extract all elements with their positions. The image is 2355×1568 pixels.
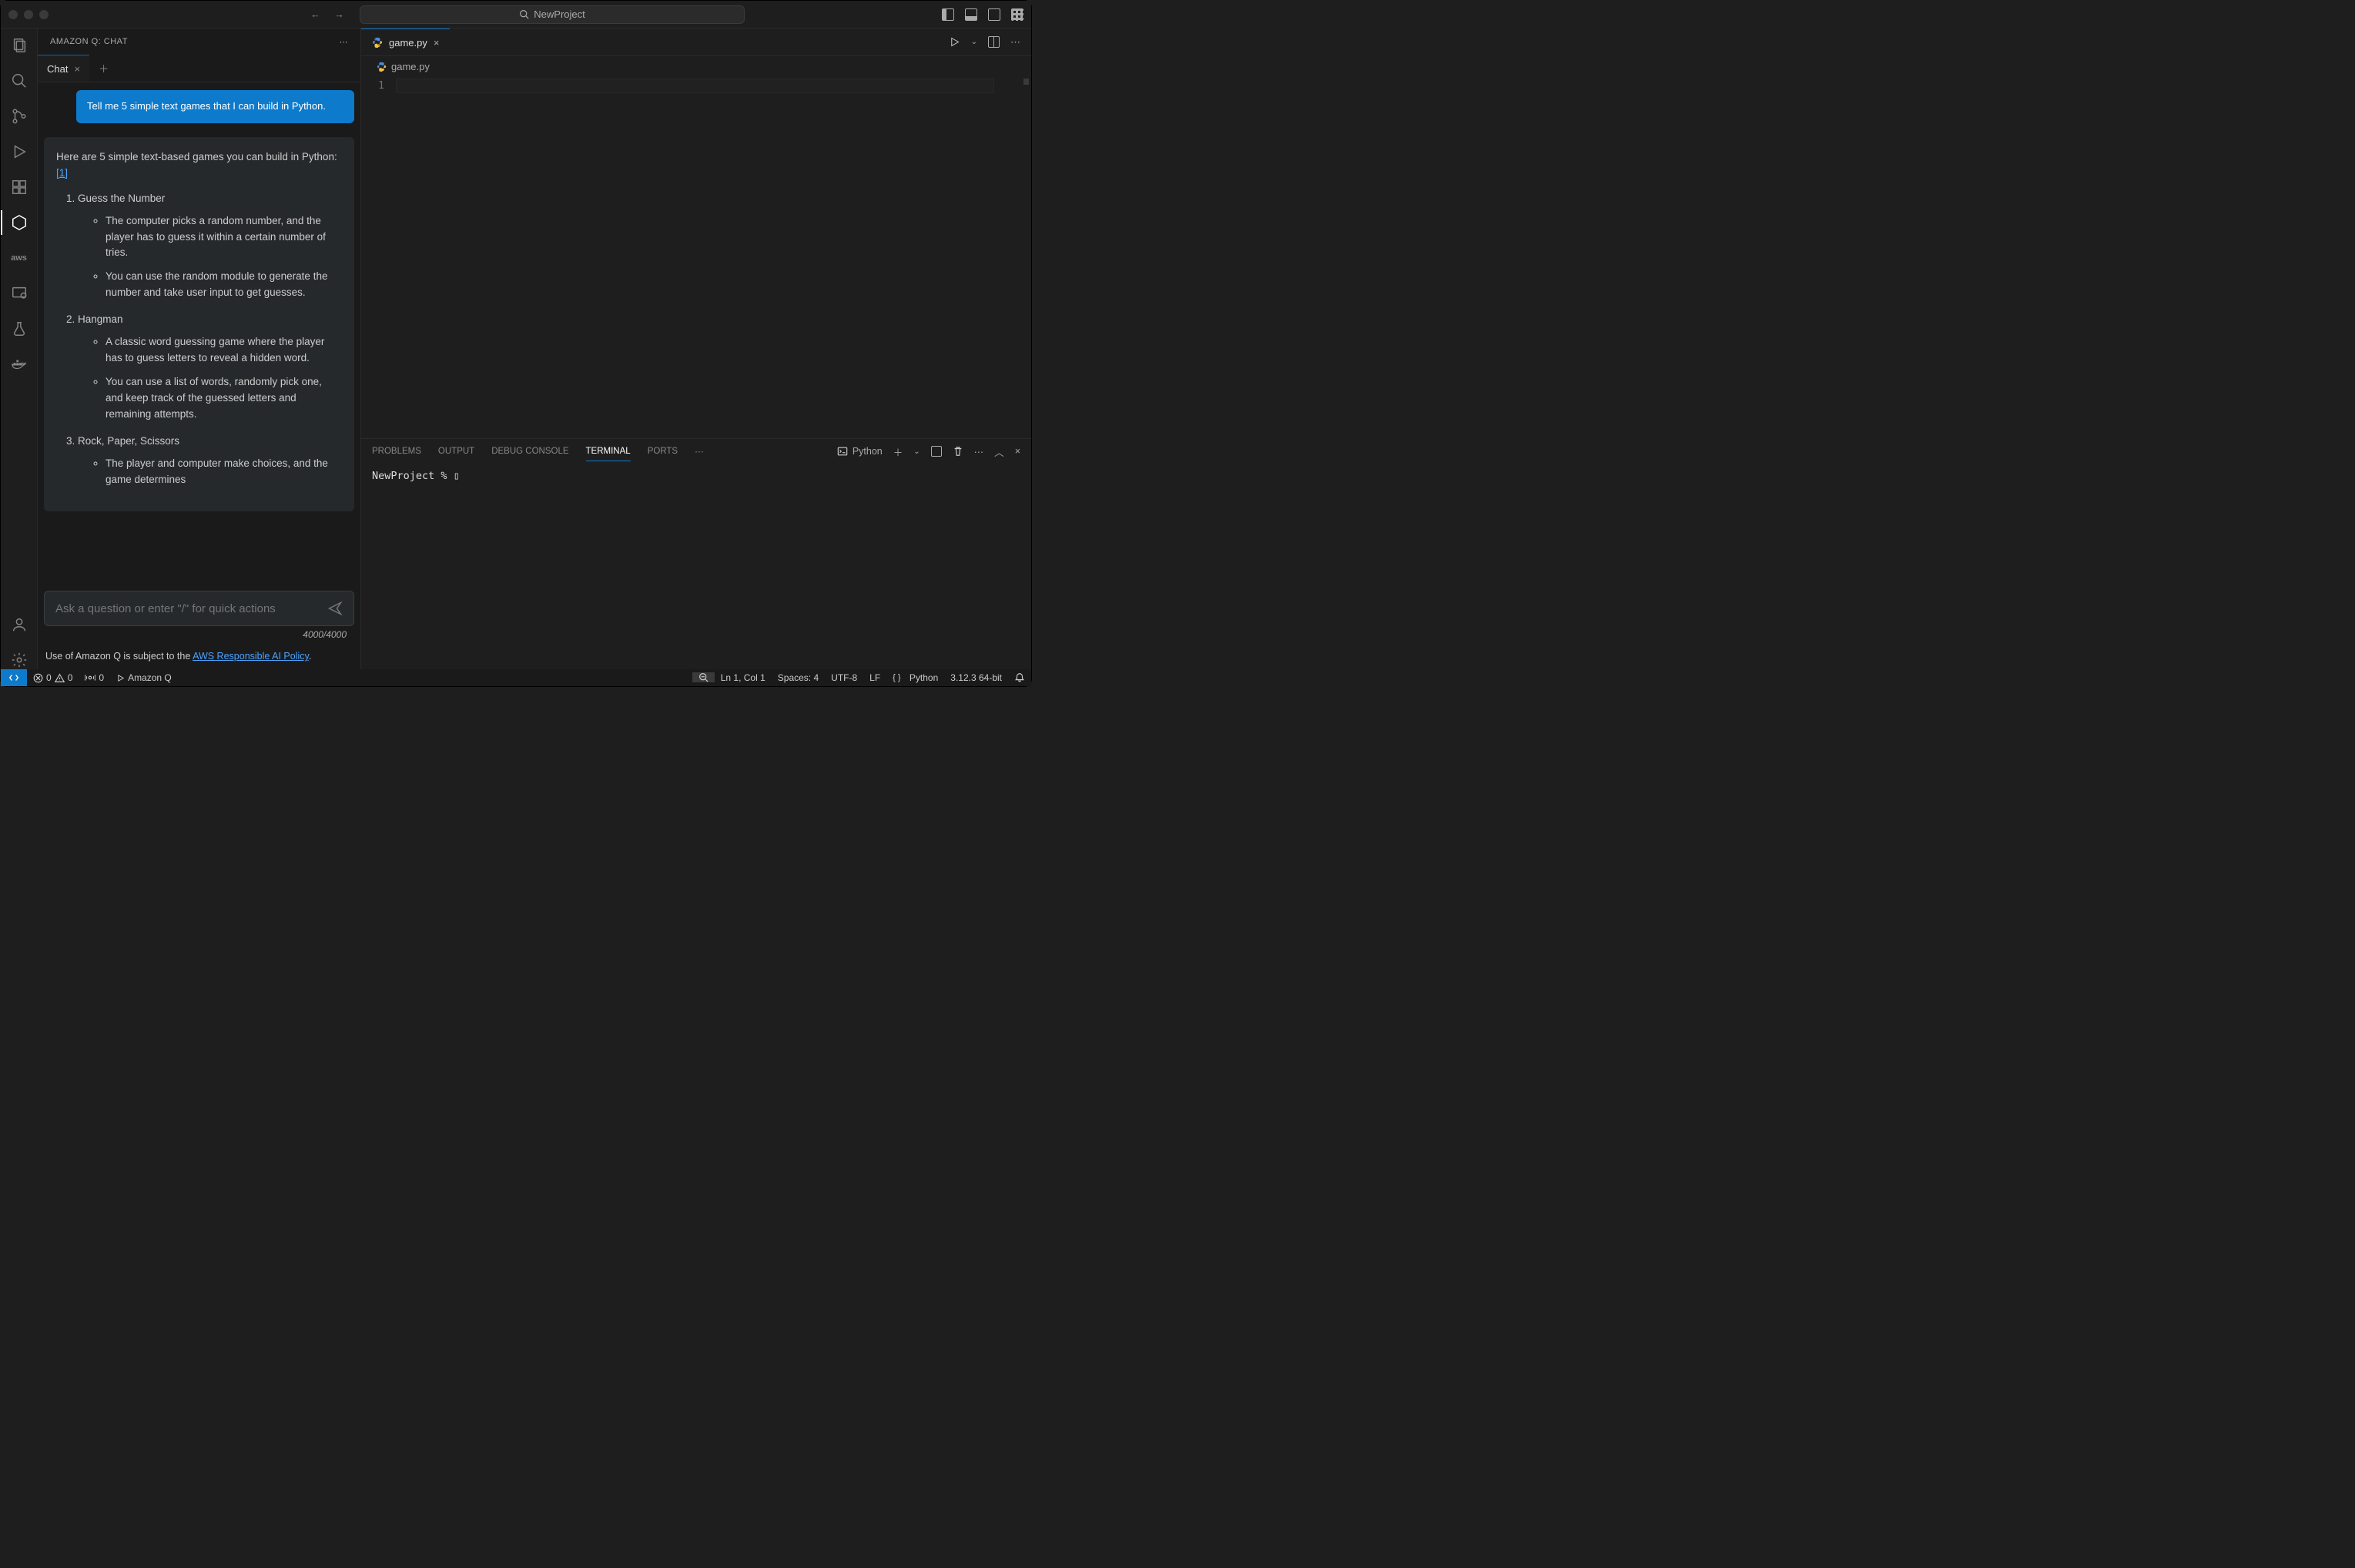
terminal-prompt: NewProject % ▯ <box>372 470 460 482</box>
status-bar: 0 0 0 Amazon Q Ln 1, Col 1 Spaces: 4 UTF… <box>1 669 1031 686</box>
chat-input[interactable] <box>55 602 327 615</box>
terminal[interactable]: NewProject % ▯ <box>361 464 1031 669</box>
project-name: NewProject <box>534 8 585 20</box>
maximize-panel-icon[interactable]: ︿ <box>994 444 1004 459</box>
bottom-panel: PROBLEMS OUTPUT DEBUG CONSOLE TERMINAL P… <box>361 438 1031 669</box>
panel-more-icon[interactable]: ⋯ <box>340 37 349 47</box>
status-indent[interactable]: Spaces: 4 <box>772 672 825 683</box>
line-number: 1 <box>361 79 384 93</box>
policy-link[interactable]: AWS Responsible AI Policy <box>193 651 309 662</box>
panel-title: AMAZON Q: CHAT <box>50 37 128 46</box>
terminal-profile[interactable]: Python <box>837 446 883 457</box>
status-zoom[interactable] <box>692 672 715 682</box>
status-language[interactable]: { } Python <box>886 672 944 683</box>
policy-text: Use of Amazon Q is subject to the AWS Re… <box>38 646 360 669</box>
nav-forward-icon[interactable]: → <box>334 8 344 20</box>
status-notifications-icon[interactable] <box>1008 672 1031 683</box>
status-amazon-q[interactable]: Amazon Q <box>110 669 178 686</box>
status-encoding[interactable]: UTF-8 <box>825 672 863 683</box>
window-controls[interactable] <box>8 10 49 19</box>
tab-debug-console[interactable]: DEBUG CONSOLE <box>491 447 568 456</box>
char-count: 4000/4000 <box>44 626 354 643</box>
aws-icon[interactable]: aws <box>10 249 28 267</box>
code-editor[interactable]: 1 <box>361 77 1031 438</box>
minimap[interactable] <box>1020 77 1031 438</box>
close-tab-icon[interactable]: × <box>74 63 80 75</box>
amazon-q-icon[interactable] <box>10 213 28 232</box>
tab-ports[interactable]: PORTS <box>648 447 678 456</box>
remote-button[interactable] <box>1 669 27 686</box>
terminal-more-icon[interactable]: ⋯ <box>974 446 984 457</box>
status-ports[interactable]: 0 <box>79 669 110 686</box>
extensions-icon[interactable] <box>10 178 28 196</box>
panel-overflow-icon[interactable]: ⋯ <box>695 446 704 457</box>
status-problems[interactable]: 0 0 <box>27 669 79 686</box>
split-editor-icon[interactable] <box>988 36 1000 48</box>
python-file-icon <box>377 62 387 72</box>
chat-input-box[interactable] <box>44 591 354 626</box>
source-control-icon[interactable] <box>10 107 28 126</box>
new-terminal-icon[interactable]: ＋ <box>893 444 903 459</box>
layout-secondary-sidebar-icon[interactable] <box>988 8 1000 21</box>
status-eol[interactable]: LF <box>863 672 886 683</box>
explorer-icon[interactable] <box>10 36 28 55</box>
editor-tab[interactable]: game.py × <box>361 28 450 55</box>
python-file-icon <box>372 37 383 48</box>
chat-tab[interactable]: Chat × <box>38 55 89 82</box>
title-bar: ← → NewProject <box>1 1 1031 28</box>
user-message: Tell me 5 simple text games that I can b… <box>76 90 354 123</box>
accounts-icon[interactable] <box>10 615 28 634</box>
run-dropdown-icon[interactable]: ⌄ <box>971 38 977 46</box>
layout-primary-sidebar-icon[interactable] <box>942 8 954 21</box>
activity-bar: aws <box>1 28 38 669</box>
customize-layout-icon[interactable] <box>1011 8 1023 21</box>
close-editor-tab-icon[interactable]: × <box>434 37 440 49</box>
split-terminal-icon[interactable] <box>931 446 942 457</box>
citation-link[interactable]: [1] <box>56 167 68 179</box>
chat-scroll[interactable]: Tell me 5 simple text games that I can b… <box>38 82 360 585</box>
terminal-dropdown-icon[interactable]: ⌄ <box>913 447 920 456</box>
run-debug-icon[interactable] <box>10 142 28 161</box>
nav-back-icon[interactable]: ← <box>310 8 320 20</box>
send-icon[interactable] <box>327 601 343 616</box>
editor-more-icon[interactable]: ⋯ <box>1010 36 1020 49</box>
editor-group: game.py × ⌄ ⋯ game.py 1 PROBLEMS OUTPUT <box>361 28 1031 669</box>
editor-tab-label: game.py <box>389 37 427 49</box>
tab-terminal[interactable]: TERMINAL <box>586 447 631 461</box>
status-cursor[interactable]: Ln 1, Col 1 <box>715 672 772 683</box>
status-interpreter[interactable]: 3.12.3 64-bit <box>944 672 1008 683</box>
command-center[interactable]: NewProject <box>360 5 745 24</box>
chat-tab-label: Chat <box>47 63 68 75</box>
kill-terminal-icon[interactable] <box>953 446 963 457</box>
breadcrumb-file[interactable]: game.py <box>391 61 430 72</box>
tab-problems[interactable]: PROBLEMS <box>372 447 421 456</box>
assistant-message: Here are 5 simple text-based games you c… <box>44 137 354 511</box>
amazon-q-panel: AMAZON Q: CHAT ⋯ Chat × ＋ Tell me 5 simp… <box>38 28 361 669</box>
layout-panel-icon[interactable] <box>965 8 977 21</box>
testing-icon[interactable] <box>10 320 28 338</box>
docker-icon[interactable] <box>10 355 28 374</box>
remote-explorer-icon[interactable] <box>10 284 28 303</box>
close-panel-icon[interactable]: × <box>1015 446 1020 457</box>
settings-gear-icon[interactable] <box>10 651 28 669</box>
search-icon[interactable] <box>10 72 28 90</box>
run-file-icon[interactable] <box>949 36 960 48</box>
add-chat-tab-icon[interactable]: ＋ <box>89 61 118 75</box>
search-icon <box>519 9 529 19</box>
tab-output[interactable]: OUTPUT <box>438 447 474 456</box>
